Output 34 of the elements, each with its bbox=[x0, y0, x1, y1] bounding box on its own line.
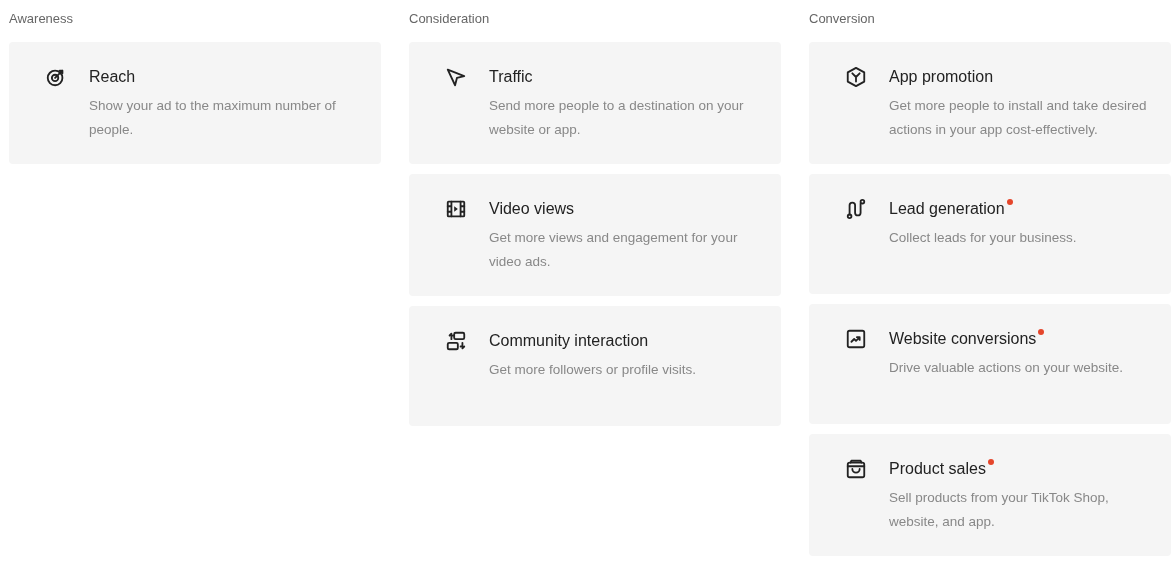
objective-card[interactable]: App promotion Get more people to install and take desired actions in your app cost-effectively. bbox=[809, 42, 1171, 164]
objective-card[interactable]: Reach Show your ad to the maximum number of people. bbox=[9, 42, 381, 164]
objective-card[interactable]: Community interaction Get more followers or profile visits. bbox=[409, 306, 781, 426]
hexagon-icon bbox=[845, 66, 867, 88]
card-title: App promotion bbox=[889, 67, 994, 87]
column-heading: Awareness bbox=[9, 10, 75, 28]
card-description: Drive valuable actions on your website. bbox=[889, 359, 1125, 377]
card-description: Collect leads for your business. bbox=[889, 229, 1078, 247]
cursor-icon bbox=[445, 66, 467, 88]
card-title: Website conversions bbox=[889, 329, 1037, 349]
card-description: Sell products from your TikTok Shop, website, and app. bbox=[889, 489, 1110, 531]
objective-card[interactable]: Lead generation Collect leads for your business. bbox=[809, 174, 1171, 294]
swap-icon bbox=[445, 330, 467, 352]
card-title: Community interaction bbox=[489, 331, 649, 351]
bag-icon bbox=[845, 458, 867, 480]
objective-card[interactable]: Video views Get more views and engagement for your video ads. bbox=[409, 174, 781, 296]
card-title: Lead generation bbox=[889, 199, 1005, 219]
card-description: Get more followers or profile visits. bbox=[489, 361, 698, 379]
card-description: Get more views and engagement for your video ads. bbox=[489, 229, 739, 271]
objective-card[interactable]: Website conversions Drive valuable actions on your website. bbox=[809, 304, 1171, 424]
card-description: Send more people to a destination on your website or app. bbox=[489, 97, 745, 139]
card-description: Show your ad to the maximum number of people. bbox=[89, 97, 337, 139]
card-title: Product sales bbox=[889, 459, 986, 479]
film-icon bbox=[445, 198, 467, 220]
objective-card[interactable]: Product sales Sell products from your TikTok Shop, website, and app. bbox=[809, 434, 1171, 556]
card-description: Get more people to install and take desired actions in your app cost-effectively. bbox=[889, 97, 1148, 139]
card-title: Reach bbox=[89, 67, 136, 87]
chart-icon bbox=[845, 328, 867, 350]
card-title: Video views bbox=[489, 199, 575, 219]
column-heading: Consideration bbox=[409, 10, 491, 28]
column-heading: Conversion bbox=[809, 10, 876, 28]
card-title: Traffic bbox=[489, 67, 533, 87]
route-icon bbox=[845, 198, 867, 220]
objective-card[interactable]: Traffic Send more people to a destination on your website or app. bbox=[409, 42, 781, 164]
